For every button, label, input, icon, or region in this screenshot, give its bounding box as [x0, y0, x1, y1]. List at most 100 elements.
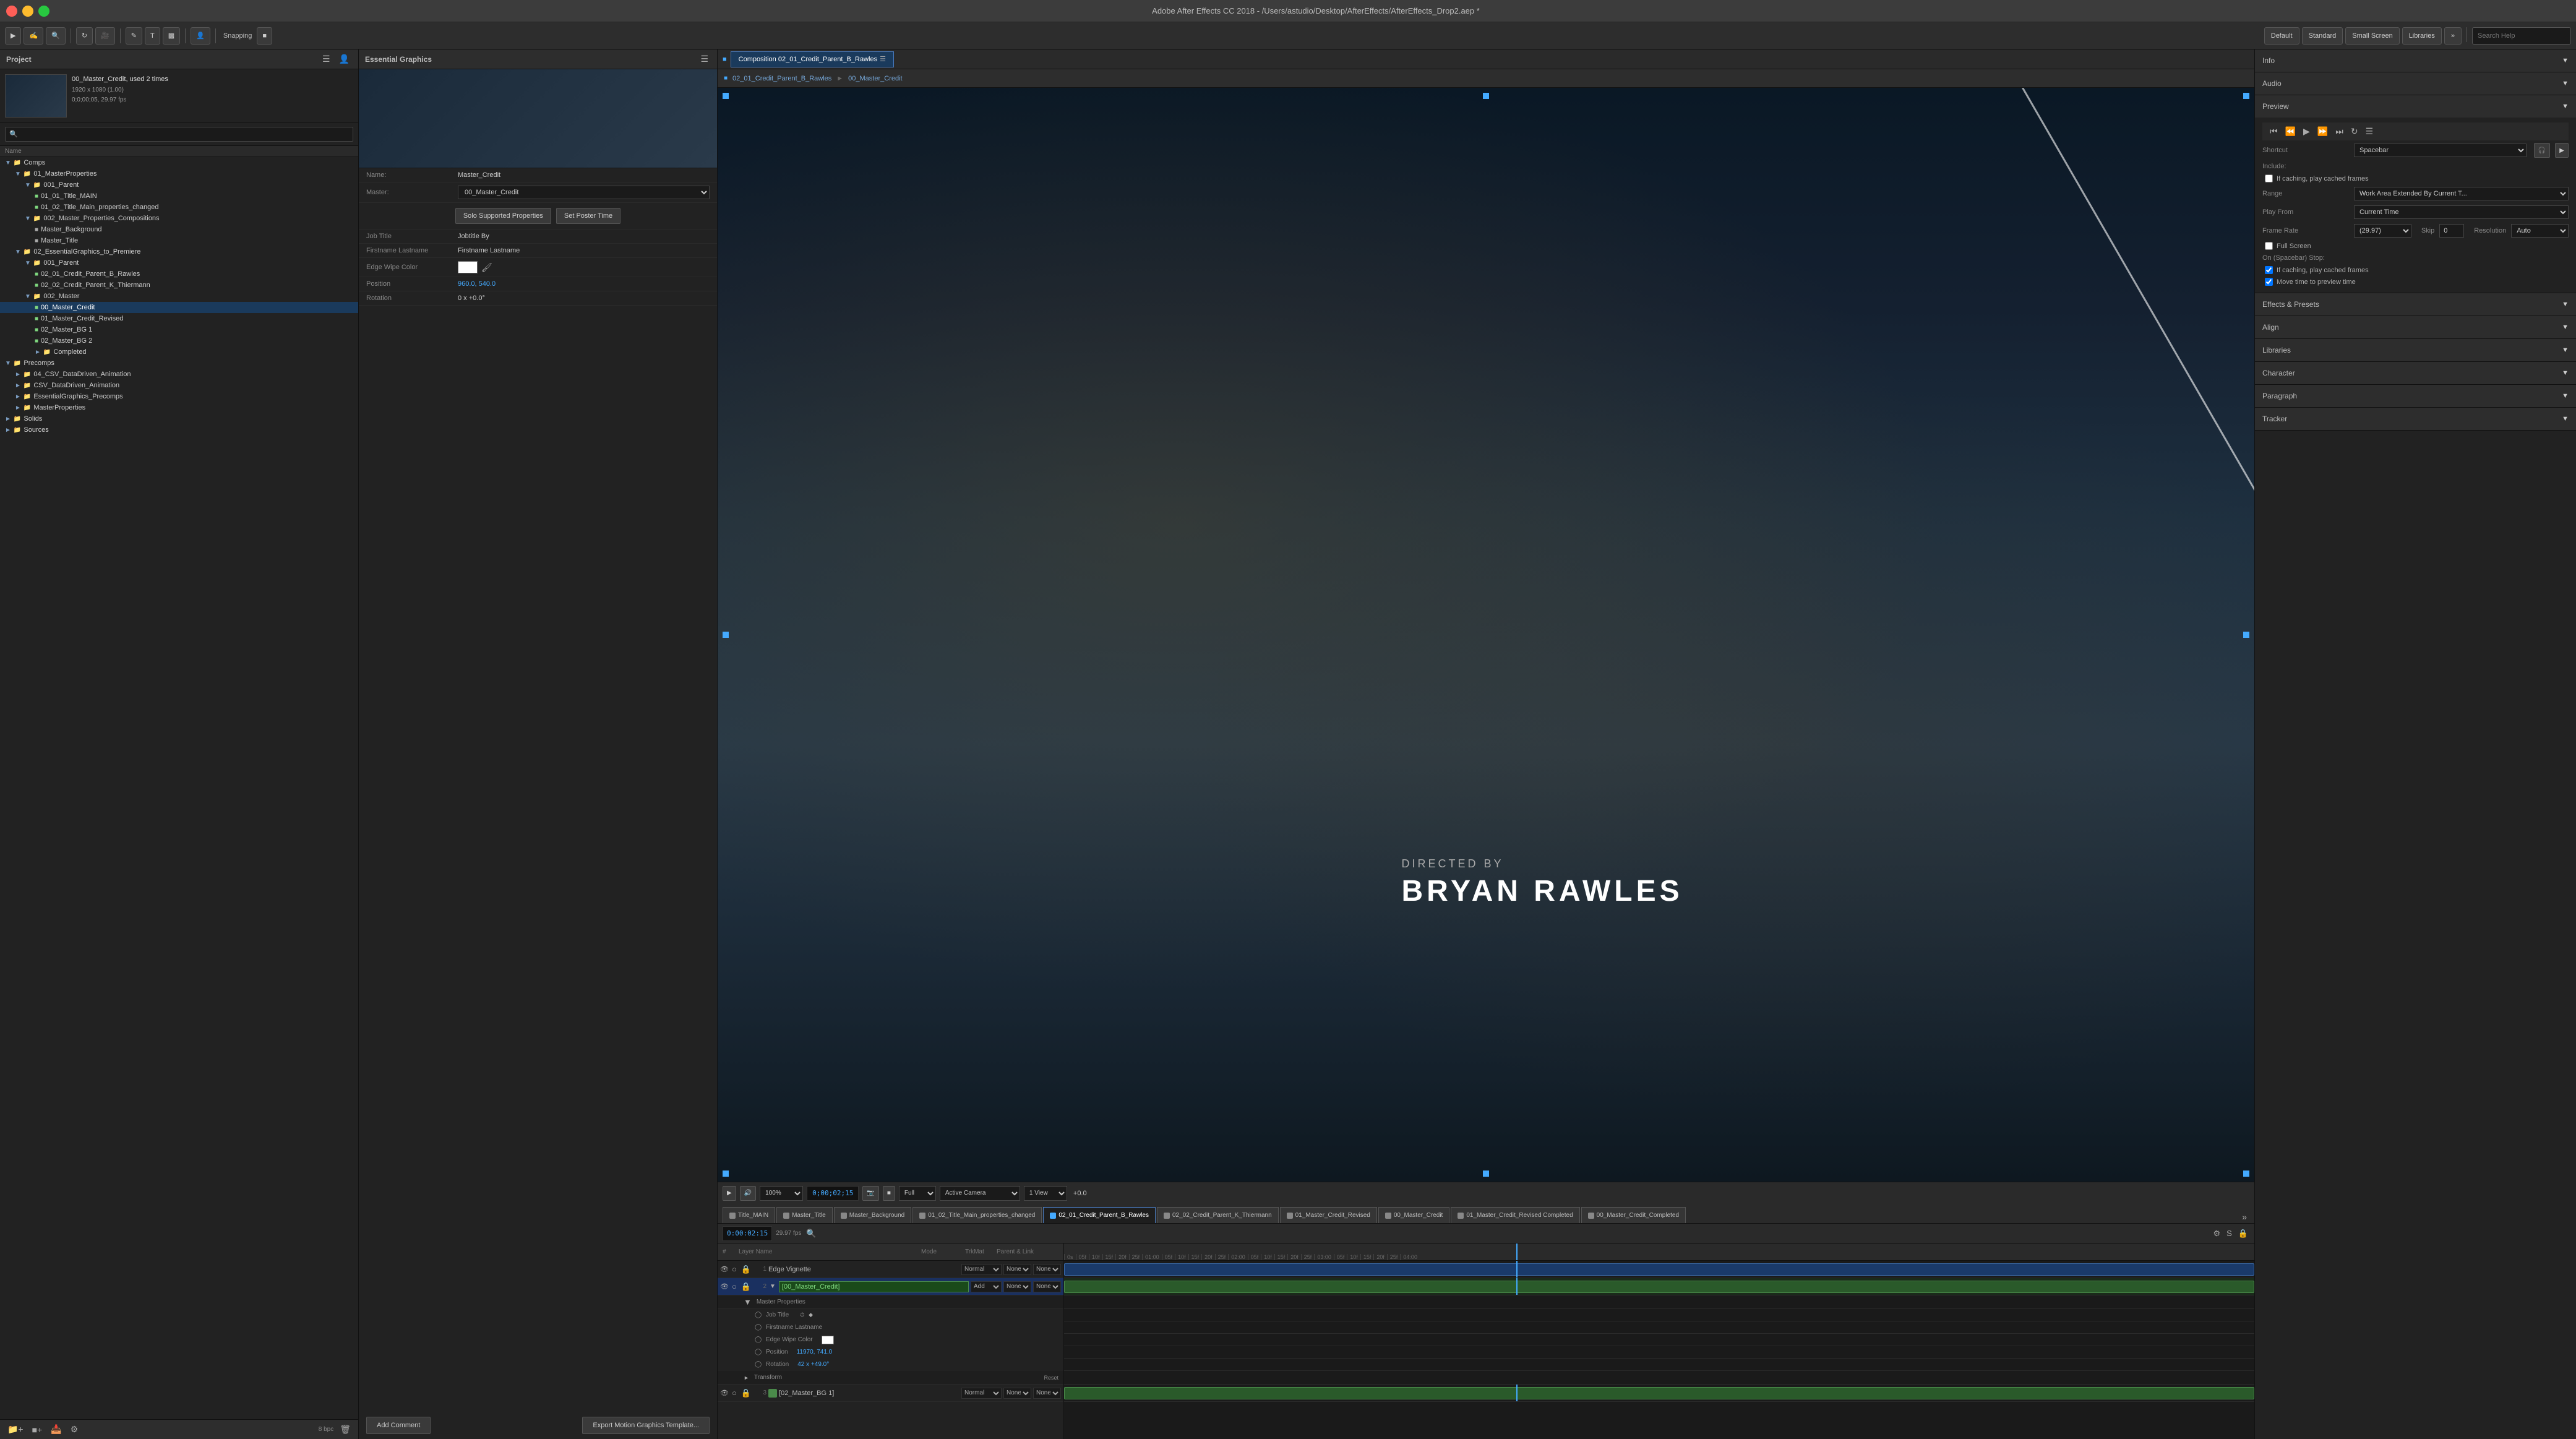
- info-section-header[interactable]: Info ▼: [2255, 49, 2576, 72]
- timeline-tab-02-01-credit[interactable]: 02_01_Credit_Parent_B_Rawles: [1043, 1207, 1156, 1223]
- eg-poster-btn[interactable]: Set Poster Time: [556, 208, 620, 224]
- lock-icon-2[interactable]: 🔒: [740, 1281, 752, 1293]
- paragraph-section-header[interactable]: Paragraph ▼: [2255, 385, 2576, 407]
- search-input[interactable]: [2472, 27, 2571, 45]
- move-time-checkbox[interactable]: [2265, 278, 2273, 286]
- add-mode-select-2[interactable]: Add: [971, 1281, 1002, 1292]
- eye-icon-2[interactable]: 👁: [720, 1282, 729, 1291]
- solo-icon-1[interactable]: ○: [731, 1263, 738, 1275]
- add-select-1[interactable]: None: [1003, 1264, 1031, 1275]
- hand-tool[interactable]: ✍: [24, 27, 43, 45]
- tree-item-02eg[interactable]: ▼ 📁 02_EssentialGraphics_to_Premiere: [0, 246, 358, 257]
- workspace-default[interactable]: Default: [2264, 27, 2299, 45]
- lock-icon-1[interactable]: 🔒: [740, 1263, 752, 1276]
- maximize-button[interactable]: [38, 6, 49, 17]
- camera-select[interactable]: Active Camera: [940, 1186, 1020, 1201]
- tree-item-precomps[interactable]: ▼ 📁 Precomps: [0, 358, 358, 369]
- tl-settings-btn[interactable]: ⚙: [2212, 1227, 2222, 1240]
- tree-item-01-master-revised[interactable]: ■ 01_Master_Credit_Revised: [0, 313, 358, 324]
- new-comp-btn[interactable]: ■+: [30, 1424, 45, 1436]
- breadcrumb-child[interactable]: 00_Master_Credit: [848, 75, 902, 82]
- timeline-tab-master-bg[interactable]: Master_Background: [834, 1207, 912, 1223]
- tree-item-title-changed[interactable]: ■ 01_02_Title_Main_properties_changed: [0, 202, 358, 213]
- play-cached-checkbox[interactable]: [2265, 266, 2273, 274]
- timeline-tab-title-main[interactable]: Title_MAIN: [723, 1207, 775, 1223]
- tree-item-csv[interactable]: ► 📁 CSV_DataDriven_Animation: [0, 380, 358, 391]
- project-menu-icon[interactable]: ☰: [320, 53, 333, 66]
- tree-item-001parent2[interactable]: ▼ 📁 001_Parent: [0, 257, 358, 268]
- resolution-select[interactable]: Auto: [2511, 224, 2569, 238]
- eg-menu-icon[interactable]: ☰: [698, 53, 711, 66]
- show-channel-btn[interactable]: ■: [883, 1186, 895, 1201]
- shortcut-select[interactable]: Spacebar: [2354, 144, 2527, 157]
- project-settings-btn[interactable]: ⚙: [68, 1423, 81, 1436]
- workspace-more[interactable]: »: [2444, 27, 2462, 45]
- eg-master-select[interactable]: 00_Master_Credit: [458, 186, 710, 199]
- snapping-toggle[interactable]: ■: [257, 27, 272, 45]
- preview-menu-btn[interactable]: ☰: [2363, 125, 2376, 138]
- workspace-libraries[interactable]: Libraries: [2402, 27, 2442, 45]
- minimize-button[interactable]: [22, 6, 33, 17]
- tree-item-00-master-credit[interactable]: ■ 00_Master_Credit: [0, 302, 358, 313]
- solo-icon-2[interactable]: ○: [731, 1281, 738, 1292]
- tree-item-002masterprops[interactable]: ▼ 📁 002_Master_Properties_Compositions: [0, 213, 358, 224]
- eg-add-comment-btn[interactable]: Add Comment: [366, 1417, 431, 1434]
- tree-item-comps[interactable]: ▼ 📁 Comps: [0, 157, 358, 168]
- parent-select-3[interactable]: None: [1033, 1388, 1061, 1399]
- preview-prev-btn[interactable]: ⏪: [2283, 125, 2298, 138]
- expand-icon-2[interactable]: ▼: [768, 1282, 777, 1291]
- mode-select-3[interactable]: Normal: [961, 1388, 1002, 1399]
- add-select-3[interactable]: None: [1003, 1388, 1031, 1399]
- mode-select-1[interactable]: Normal: [961, 1264, 1002, 1275]
- workspace-small-screen[interactable]: Small Screen: [2345, 27, 2399, 45]
- preview-audio-btn[interactable]: 🔊: [740, 1186, 756, 1201]
- zoom-tool[interactable]: 🔍: [46, 27, 66, 45]
- parent-select-2[interactable]: None: [1033, 1281, 1061, 1292]
- comp-canvas[interactable]: DIRECTED BY BRYAN RAWLES: [718, 88, 2254, 1182]
- shortcut-video-btn[interactable]: ▶: [2555, 143, 2569, 158]
- snapshot-btn[interactable]: 📷: [862, 1186, 878, 1201]
- timeline-tab-01-02-changed[interactable]: 01_02_Title_Main_properties_changed: [912, 1207, 1042, 1223]
- new-folder-btn[interactable]: 📁+: [5, 1423, 26, 1436]
- selection-tool[interactable]: ▶: [5, 27, 21, 45]
- range-select[interactable]: Work Area Extended By Current T...: [2354, 187, 2569, 200]
- tree-item-eg-precomps[interactable]: ► 📁 EssentialGraphics_Precomps: [0, 391, 358, 402]
- timeline-tab-01-master-completed[interactable]: 01_Master_Credit_Revised Completed: [1451, 1207, 1579, 1223]
- job-title-anim-btn[interactable]: ⏱: [799, 1310, 805, 1320]
- tree-item-02-02-credit[interactable]: ■ 02_02_Credit_Parent_K_Thiermann: [0, 280, 358, 291]
- expand-master-props[interactable]: ▼: [742, 1296, 753, 1308]
- full-screen-checkbox[interactable]: [2265, 242, 2273, 250]
- tree-item-completed[interactable]: ► 📁 Completed: [0, 346, 358, 358]
- tl-solo-btn[interactable]: S: [2225, 1227, 2233, 1239]
- preview-last-btn[interactable]: ⏭: [2333, 125, 2346, 138]
- play-from-select[interactable]: Current Time: [2354, 205, 2569, 219]
- project-person-icon[interactable]: 👤: [337, 53, 352, 66]
- eg-solo-btn[interactable]: Solo Supported Properties: [455, 208, 551, 224]
- lock-icon-3[interactable]: 🔒: [740, 1387, 752, 1399]
- preview-loop-btn[interactable]: ↻: [2348, 125, 2361, 138]
- tree-item-title-main[interactable]: ■ 01_01_Title_MAIN: [0, 191, 358, 202]
- libraries-section-header[interactable]: Libraries ▼: [2255, 339, 2576, 361]
- skip-input[interactable]: [2439, 224, 2464, 238]
- playhead[interactable]: [1516, 1244, 1518, 1260]
- timeline-tab-01-master-revised[interactable]: 01_Master_Credit_Revised: [1280, 1207, 1377, 1223]
- tree-item-sources[interactable]: ► 📁 Sources: [0, 424, 358, 436]
- solo-icon-3[interactable]: ○: [731, 1387, 738, 1399]
- view-select[interactable]: 1 View: [1024, 1186, 1067, 1201]
- eg-export-btn[interactable]: Export Motion Graphics Template...: [582, 1417, 710, 1434]
- tree-item-master-bg[interactable]: ■ Master_Background: [0, 224, 358, 235]
- close-button[interactable]: [6, 6, 17, 17]
- breadcrumb-root[interactable]: 02_01_Credit_Parent_B_Rawles: [732, 75, 831, 82]
- effects-presets-header[interactable]: Effects & Presets ▼: [2255, 293, 2576, 316]
- timeline-tab-02-02-credit[interactable]: 02_02_Credit_Parent_K_Thiermann: [1157, 1207, 1279, 1223]
- import-btn[interactable]: 📥: [48, 1423, 64, 1436]
- preview-play-btn[interactable]: ▶: [2301, 125, 2312, 138]
- pen-tool[interactable]: ✎: [126, 27, 142, 45]
- tree-item-master-title[interactable]: ■ Master_Title: [0, 235, 358, 246]
- workspace-standard[interactable]: Standard: [2302, 27, 2343, 45]
- tree-item-04csv[interactable]: ► 📁 04_CSV_DataDriven_Animation: [0, 369, 358, 380]
- tree-item-01masterprops[interactable]: ▼ 📁 01_MasterProperties: [0, 168, 358, 179]
- shortcut-headphones-btn[interactable]: 🎧: [2534, 143, 2550, 158]
- tree-item-002master[interactable]: ▼ 📁 002_Master: [0, 291, 358, 302]
- cache-checkbox[interactable]: [2265, 174, 2273, 183]
